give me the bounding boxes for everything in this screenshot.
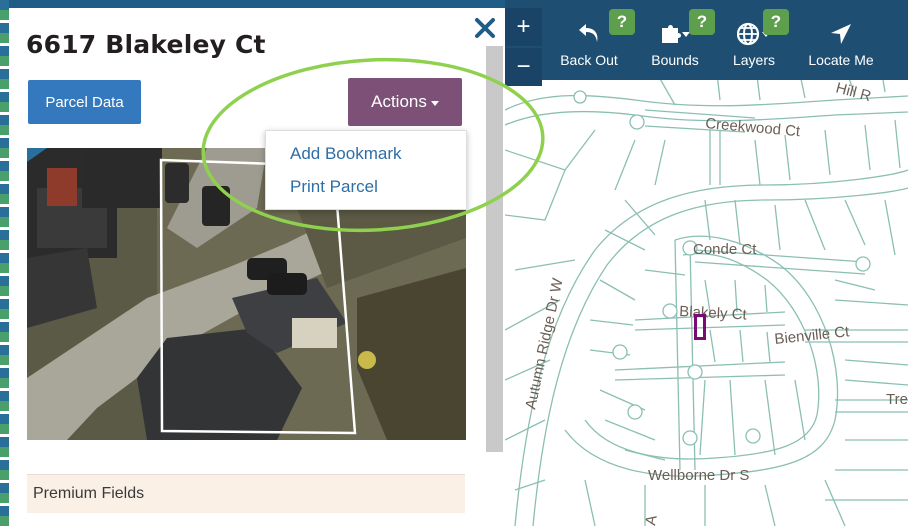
panel-scrollbar[interactable]: [486, 46, 503, 452]
zoom-out-icon: −: [516, 53, 531, 80]
locate-me-button[interactable]: Locate Me: [801, 0, 881, 80]
street-label-conde: Conde Ct: [693, 241, 757, 258]
bounds-button[interactable]: Bounds ?: [637, 0, 715, 80]
caret-down-icon: [430, 100, 439, 106]
map-toolbar: + − Back Out ? Bounds ? Layers ? Locate …: [505, 0, 908, 86]
street-label-autumn-ridge: Autumn Ridge Dr W: [522, 276, 567, 411]
premium-fields-header[interactable]: Premium Fields: [27, 474, 465, 513]
actions-dropdown: Add Bookmark Print Parcel: [265, 130, 467, 210]
left-stripe: [0, 0, 9, 526]
street-label-partial: A: [642, 514, 660, 526]
location-arrow-icon: [831, 24, 851, 44]
back-out-button[interactable]: Back Out ?: [551, 0, 635, 80]
close-icon[interactable]: [474, 16, 496, 40]
parcel-panel: 6617 Blakeley Ct Parcel Data Actions Pre…: [9, 0, 505, 526]
layers-help-icon[interactable]: ?: [763, 9, 789, 35]
selected-parcel-outline[interactable]: [694, 314, 706, 340]
puzzle-icon: [662, 25, 690, 43]
parcel-data-label: Parcel Data: [45, 93, 124, 111]
bounds-label: Bounds: [651, 52, 699, 68]
street-label-blakely: Blakely Ct: [679, 303, 748, 324]
parcel-data-button[interactable]: Parcel Data: [28, 80, 141, 124]
street-label-tre: Tre: [886, 391, 908, 408]
panel-top-band: [9, 0, 505, 8]
add-bookmark-item[interactable]: Add Bookmark: [290, 144, 402, 164]
zoom-out-button[interactable]: −: [505, 48, 542, 86]
print-parcel-item[interactable]: Print Parcel: [290, 177, 378, 197]
actions-button[interactable]: Actions: [348, 78, 462, 126]
back-out-help-icon[interactable]: ?: [609, 9, 635, 35]
layers-button[interactable]: Layers ?: [717, 0, 791, 80]
actions-label: Actions: [371, 92, 427, 111]
street-label-wellborne: Wellborne Dr S: [648, 467, 749, 484]
back-out-label: Back Out: [560, 52, 618, 68]
parcel-title: 6617 Blakeley Ct: [26, 30, 266, 59]
street-label-bienville: Bienville Ct: [774, 323, 851, 348]
layers-label: Layers: [732, 52, 776, 68]
back-arrow-icon: [579, 24, 598, 42]
street-label-hill: Hill R: [834, 79, 873, 105]
zoom-in-button[interactable]: +: [505, 8, 542, 46]
zoom-in-icon: +: [516, 13, 531, 40]
locate-me-label: Locate Me: [808, 52, 874, 68]
bounds-help-icon[interactable]: ?: [689, 9, 715, 35]
premium-fields-label: Premium Fields: [33, 485, 145, 502]
